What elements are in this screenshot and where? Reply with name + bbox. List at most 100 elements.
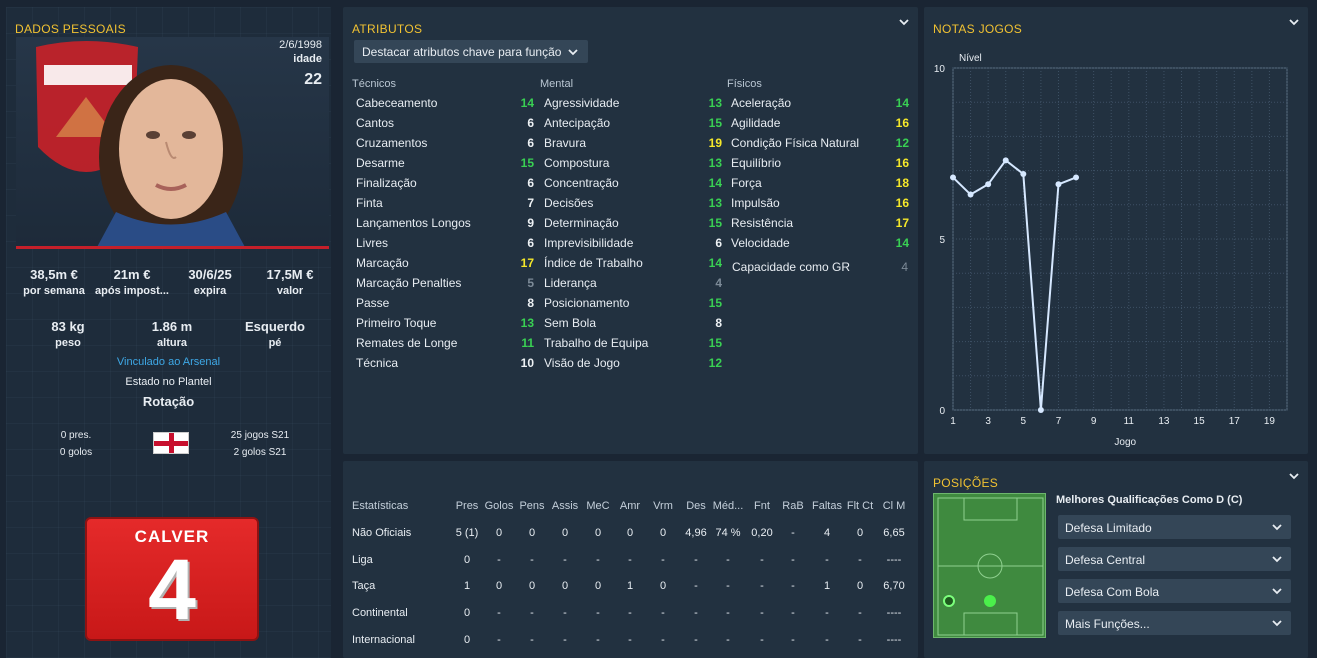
attribute-row[interactable]: Velocidade 14 <box>731 233 909 253</box>
attribute-row[interactable]: Técnica 10 <box>356 353 534 373</box>
role-dropdown[interactable]: Mais Funções... <box>1058 611 1291 635</box>
role-dropdown[interactable]: Defesa Limitado <box>1058 515 1291 539</box>
attribute-row[interactable]: Cruzamentos 6 <box>356 133 534 153</box>
collapse-chevron-icon[interactable] <box>898 16 910 28</box>
attribute-name: Lançamentos Longos <box>356 216 471 230</box>
stats-column-header[interactable]: Flt Ct <box>842 500 878 512</box>
stats-cell: - <box>563 607 567 620</box>
attribute-name: Finta <box>356 196 383 210</box>
attribute-row[interactable]: Imprevisibilidade 6 <box>544 233 722 253</box>
attribute-row[interactable]: Marcação Penalties 5 <box>356 273 534 293</box>
stats-cell: - <box>694 553 698 566</box>
attribute-row[interactable]: Aceleração 14 <box>731 93 909 113</box>
attribute-row[interactable]: Resistência 17 <box>731 213 909 233</box>
attribute-row[interactable]: Decisões 13 <box>544 193 722 213</box>
attribute-row[interactable]: Lançamentos Longos 9 <box>356 213 534 233</box>
stats-column-header[interactable]: Pens <box>514 500 550 512</box>
attribute-name: Concentração <box>544 176 619 190</box>
attribute-value: 18 <box>895 176 909 190</box>
attribute-value: 17 <box>520 256 534 270</box>
attribute-row[interactable]: Desarme 15 <box>356 153 534 173</box>
attribute-row[interactable]: Visão de Jogo 12 <box>544 353 722 373</box>
attribute-name: Impulsão <box>731 196 780 210</box>
stats-column-header[interactable]: Faltas <box>809 500 845 512</box>
physical-header: Físicos <box>727 78 762 90</box>
stats-column-header[interactable]: Méd... <box>710 500 746 512</box>
attribute-row[interactable]: Liderança 4 <box>544 273 722 293</box>
attribute-value: 6 <box>715 236 722 250</box>
attribute-row[interactable]: Finta 7 <box>356 193 534 213</box>
attribute-value: 4 <box>715 276 722 290</box>
attribute-name: Aceleração <box>731 96 792 110</box>
attribute-row[interactable]: Marcação 17 <box>356 253 534 273</box>
attribute-row[interactable]: Equilíbrio 16 <box>731 153 909 173</box>
attribute-row[interactable]: Agressividade 13 <box>544 93 722 113</box>
attribute-row[interactable]: Compostura 13 <box>544 153 722 173</box>
attribute-row[interactable]: Finalização 6 <box>356 173 534 193</box>
stats-cell: - <box>791 527 795 539</box>
attribute-row[interactable]: Determinação 15 <box>544 213 722 233</box>
attribute-row[interactable]: Passe 8 <box>356 293 534 313</box>
attribute-row[interactable]: Força 18 <box>731 173 909 193</box>
attribute-name: Sem Bola <box>544 316 597 330</box>
attribute-row[interactable]: Índice de Trabalho 14 <box>544 253 722 273</box>
attribute-row[interactable]: Primeiro Toque 13 <box>356 313 534 333</box>
attribute-row[interactable]: Antecipação 15 <box>544 113 722 133</box>
international-caps: 0 pres. 0 golos <box>59 430 93 458</box>
attribute-value: 17 <box>895 216 909 230</box>
stats-cell: 1 <box>823 580 831 593</box>
role-dropdown[interactable]: Defesa Central <box>1058 547 1291 571</box>
stats-cell: - <box>628 633 632 646</box>
stats-cell: 0 <box>495 580 503 593</box>
attribute-name: Posicionamento <box>544 296 630 310</box>
squad-status-label: Estado no Plantel <box>125 376 212 388</box>
attribute-row[interactable]: Posicionamento 15 <box>544 293 722 313</box>
attribute-row[interactable]: Bravura 19 <box>544 133 722 153</box>
attribute-value: 11 <box>521 336 534 350</box>
stats-cell: - <box>694 633 698 646</box>
stats-column-header[interactable]: Cl M <box>876 500 912 512</box>
attribute-row[interactable]: Livres 6 <box>356 233 534 253</box>
stats-column-header[interactable]: Amr <box>612 500 648 512</box>
rating-series-line <box>952 158 1077 411</box>
attribute-row[interactable]: Impulsão 16 <box>731 193 909 213</box>
attribute-row[interactable]: Cantos 6 <box>356 113 534 133</box>
attribute-row[interactable]: Remates de Longe 11 <box>356 333 534 353</box>
stats-column-header[interactable]: Pres <box>449 500 485 512</box>
stats-column-header[interactable]: RaB <box>775 500 811 512</box>
height-stat: 1.86 m altura <box>151 319 193 349</box>
stats-row-label: Internacional <box>352 633 415 646</box>
gk-ability-row[interactable]: Capacidade como GR 4 <box>732 257 908 277</box>
attribute-value: 13 <box>708 156 722 170</box>
attribute-row[interactable]: Cabeceamento 14 <box>356 93 534 113</box>
stats-column-header[interactable]: Assis <box>547 500 583 512</box>
stats-cell: - <box>791 553 795 566</box>
stats-cell: - <box>661 553 665 566</box>
stats-cell: - <box>497 633 501 646</box>
stats-column-header[interactable]: Estatísticas <box>352 500 408 512</box>
attribute-row[interactable]: Agilidade 16 <box>731 113 909 133</box>
attribute-value: 6 <box>527 136 534 150</box>
role-label: Defesa Central <box>1065 553 1146 567</box>
stats-cell: - <box>563 553 567 566</box>
attribute-name: Liderança <box>544 276 597 290</box>
attribute-name: Determinação <box>544 216 619 230</box>
collapse-chevron-icon[interactable] <box>1288 470 1300 482</box>
club-link[interactable]: Vinculado ao Arsenal <box>6 356 331 368</box>
attribute-value: 6 <box>527 236 534 250</box>
attribute-value: 10 <box>520 356 534 370</box>
attribute-row[interactable]: Trabalho de Equipa 15 <box>544 333 722 353</box>
attribute-name: Visão de Jogo <box>544 356 620 370</box>
stats-column-header[interactable]: Des <box>678 500 714 512</box>
foot-stat: Esquerdo pé <box>245 319 305 349</box>
highlight-attributes-dropdown[interactable]: Destacar atributos chave para função <box>354 40 588 63</box>
stats-column-header[interactable]: Vrm <box>645 500 681 512</box>
rating-point <box>950 174 956 181</box>
attribute-row[interactable]: Condição Física Natural 12 <box>731 133 909 153</box>
role-dropdown[interactable]: Defesa Com Bola <box>1058 579 1291 603</box>
date-of-birth: 2/6/1998 idade <box>279 39 322 65</box>
stats-column-header[interactable]: MeC <box>580 500 616 512</box>
attribute-row[interactable]: Sem Bola 8 <box>544 313 722 333</box>
attribute-row[interactable]: Concentração 14 <box>544 173 722 193</box>
stats-column-header[interactable]: Golos <box>481 500 517 512</box>
